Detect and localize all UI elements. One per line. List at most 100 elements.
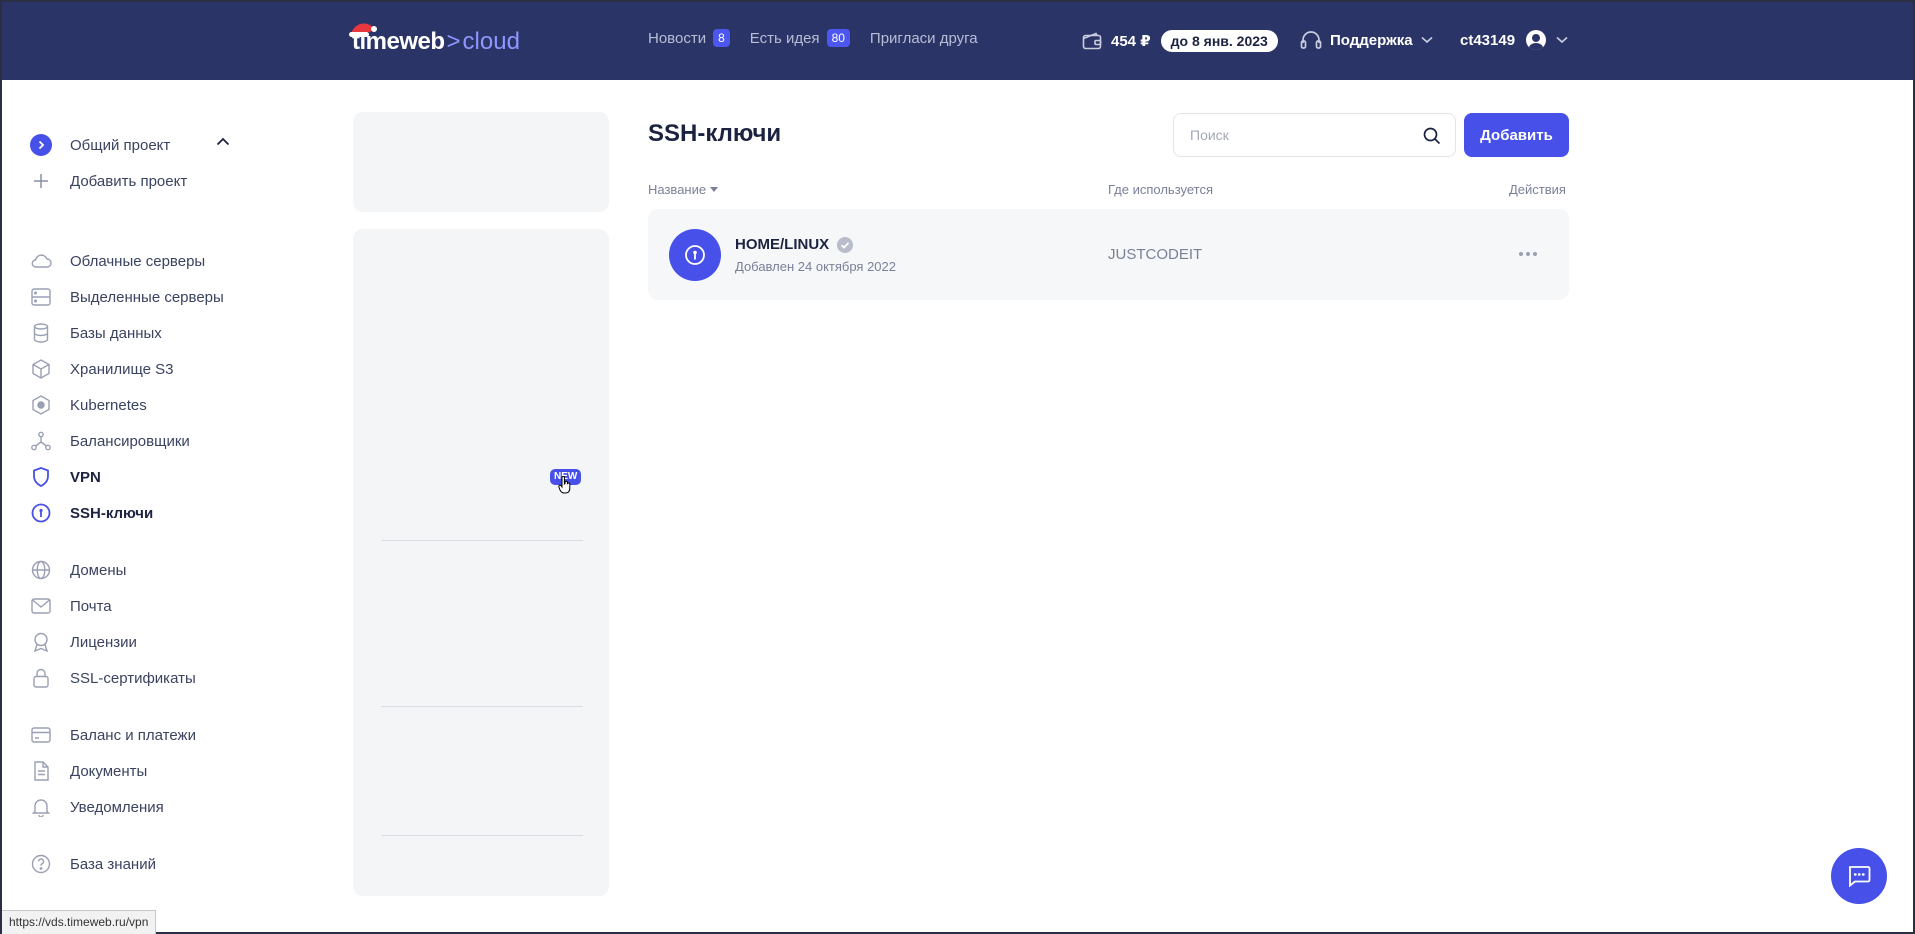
- mail-icon: [31, 598, 51, 614]
- support-menu[interactable]: Поддержка: [1300, 30, 1433, 50]
- sidebar-item-label: Лицензии: [70, 633, 137, 651]
- nav-news-label: Новости: [648, 29, 707, 47]
- sidebar-item-domains[interactable]: Домены: [30, 559, 126, 581]
- sidebar-item-label: Kubernetes: [70, 396, 147, 414]
- sidebar-divider: [381, 540, 583, 541]
- globe-icon: [31, 560, 51, 580]
- shield-icon: [33, 467, 49, 487]
- search-input[interactable]: [1190, 127, 1410, 143]
- nav-ideas-label: Есть идея: [749, 29, 820, 47]
- sidebar-item-knowledge-base[interactable]: База знаний: [30, 853, 156, 875]
- kubernetes-icon: [32, 395, 50, 415]
- column-header-name[interactable]: Название: [648, 182, 719, 197]
- nav-ideas[interactable]: Есть идея 80: [750, 29, 850, 47]
- sidebar-item-databases[interactable]: Базы данных: [30, 322, 162, 344]
- sidebar-item-mail[interactable]: Почта: [30, 595, 112, 617]
- document-icon: [34, 761, 49, 781]
- table-row[interactable]: HOME/LINUX Добавлен 24 октября 2022 JUST…: [648, 209, 1569, 300]
- timeweb-cloud-logo[interactable]: timeweb > cloud: [349, 22, 520, 62]
- nav-invite-label: Пригласи друга: [869, 29, 978, 47]
- sidebar-item-notifications[interactable]: Уведомления: [30, 796, 164, 818]
- sidebar-item-label: Хранилище S3: [70, 360, 174, 378]
- nav-ideas-badge: 80: [826, 29, 850, 47]
- lock-icon: [33, 668, 49, 688]
- balance-widget[interactable]: 454 ₽ до 8 янв. 2023: [1082, 30, 1278, 52]
- project-selector[interactable]: Общий проект: [30, 134, 170, 156]
- sidebar-item-label: Облачные серверы: [70, 252, 206, 270]
- wallet-icon: [1082, 32, 1102, 50]
- nav-news[interactable]: Новости 8: [648, 29, 730, 47]
- key-icon: [31, 503, 51, 523]
- logo-arrow: >: [446, 28, 461, 55]
- add-ssh-key-button[interactable]: Добавить: [1464, 113, 1569, 157]
- sidebar-item-label: SSH-ключи: [70, 504, 154, 522]
- sidebar-item-licenses[interactable]: Лицензии: [30, 631, 137, 653]
- sidebar-item-balancers[interactable]: Балансировщики: [30, 430, 190, 452]
- status-bar-url: https://vds.timeweb.ru/vpn: [2, 910, 157, 934]
- ssh-key-name-wrap: HOME/LINUX: [735, 236, 854, 253]
- chevron-down-icon: [1556, 36, 1568, 44]
- sidebar-item-vpn[interactable]: VPN: [30, 466, 101, 488]
- more-actions-icon[interactable]: [1516, 242, 1540, 266]
- column-name-label: Название: [648, 182, 707, 197]
- headphones-icon: [1300, 31, 1322, 49]
- avatar: [1526, 30, 1547, 50]
- ssh-key-used-in: JUSTCODEIT: [1108, 246, 1203, 263]
- projects-panel: [353, 112, 609, 212]
- balancer-icon: [31, 431, 51, 451]
- sidebar-item-s3-storage[interactable]: Хранилище S3: [30, 358, 174, 380]
- cube-icon: [32, 359, 50, 379]
- server-icon: [31, 288, 51, 306]
- ssh-key-name: HOME/LINUX: [735, 236, 830, 253]
- sidebar-item-label: Домены: [70, 561, 127, 579]
- sidebar-item-label: Баланс и платежи: [70, 726, 196, 744]
- add-project-button[interactable]: Добавить проект: [30, 170, 187, 192]
- chat-icon: [1848, 866, 1871, 887]
- sidebar-item-label: Уведомления: [70, 798, 164, 816]
- balance-amount: 454 ₽: [1111, 33, 1151, 50]
- search-icon[interactable]: [1423, 127, 1441, 145]
- santa-hat-icon: [349, 23, 377, 37]
- sidebar-item-label: Документы: [70, 762, 148, 780]
- plus-icon: [34, 174, 48, 188]
- sidebar-item-cloud-servers[interactable]: Облачные серверы: [30, 250, 205, 272]
- sidebar-item-label: VPN: [70, 468, 101, 486]
- support-label: Поддержка: [1330, 31, 1413, 49]
- sidebar-item-documents[interactable]: Документы: [30, 760, 147, 782]
- sidebar-item-ssl-certificates[interactable]: SSL-сертификаты: [30, 667, 196, 689]
- chevron-down-icon: [1421, 36, 1433, 44]
- user-menu[interactable]: ct43149: [1460, 30, 1568, 50]
- sidebar-divider: [381, 835, 583, 836]
- nav-invite-friend[interactable]: Пригласи друга: [870, 30, 978, 47]
- ssh-key-avatar: [669, 229, 721, 281]
- sidebar-item-kubernetes[interactable]: Kubernetes: [30, 394, 147, 416]
- column-header-used: Где используется: [1108, 182, 1214, 197]
- chat-button[interactable]: [1831, 848, 1887, 904]
- award-icon: [33, 632, 49, 652]
- project-arrow-icon: [30, 134, 52, 156]
- verified-check-icon: [837, 236, 854, 253]
- hand-cursor-icon: [558, 476, 571, 494]
- help-icon: [31, 854, 51, 874]
- username: ct43149: [1460, 31, 1516, 49]
- nav-news-badge: 8: [713, 29, 730, 47]
- sidebar-menu: [353, 229, 609, 896]
- sidebar-item-billing[interactable]: Баланс и платежи: [30, 724, 196, 746]
- sidebar-item-label: Почта: [70, 597, 112, 615]
- balance-until-badge: до 8 янв. 2023: [1160, 30, 1278, 52]
- logo-suffix: cloud: [462, 28, 520, 55]
- ssh-key-added-date: Добавлен 24 октября 2022: [735, 259, 897, 274]
- sidebar-item-label: База знаний: [70, 855, 156, 873]
- sidebar-item-label: Выделенные серверы: [70, 288, 224, 306]
- project-name: Общий проект: [70, 136, 171, 154]
- page-title: SSH-ключи: [648, 120, 782, 147]
- sidebar-item-dedicated-servers[interactable]: Выделенные серверы: [30, 286, 224, 308]
- sidebar-item-ssh-keys[interactable]: SSH-ключи: [30, 502, 153, 524]
- search-box: [1173, 113, 1456, 157]
- database-icon: [33, 323, 49, 343]
- sidebar-item-label: SSL-сертификаты: [70, 669, 196, 687]
- chevron-up-icon[interactable]: [216, 137, 230, 146]
- header-nav: Новости 8 Есть идея 80 Пригласи друга: [648, 29, 998, 47]
- sidebar-item-label: Базы данных: [70, 324, 162, 342]
- bell-icon: [32, 799, 50, 817]
